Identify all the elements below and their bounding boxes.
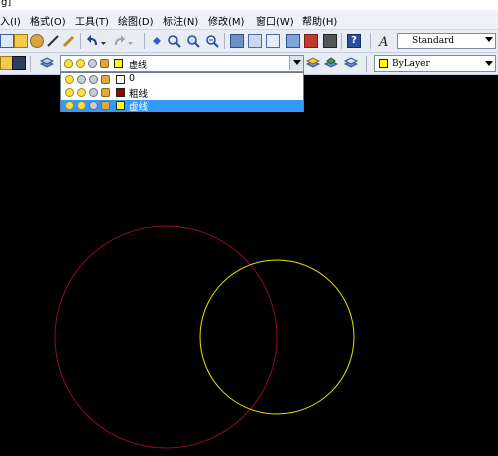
open-icon[interactable] [14, 34, 28, 48]
save-icon[interactable] [30, 34, 44, 48]
menu-dimension[interactable]: 标注(N) [163, 13, 198, 28]
toolbar-separator [80, 33, 81, 49]
layer-item-2[interactable]: 虚线 [61, 100, 303, 113]
chevron-down-icon[interactable] [101, 38, 106, 45]
sun-icon[interactable] [77, 101, 86, 110]
tool-palettes-icon[interactable] [266, 34, 280, 48]
viewport-freeze-icon[interactable] [89, 88, 98, 97]
calculator-icon[interactable] [323, 34, 337, 48]
menu-modify[interactable]: 修改(M) [208, 13, 244, 28]
zoom-window-icon[interactable] [186, 34, 200, 48]
menu-help[interactable]: 帮助(H) [302, 13, 337, 28]
toolbar-separator [144, 33, 145, 49]
viewport-freeze-icon[interactable] [89, 101, 98, 110]
toolbar-separator [224, 33, 225, 49]
text-style-icon[interactable]: A [378, 34, 392, 50]
sun-icon[interactable] [77, 88, 86, 97]
menu-window[interactable]: 窗口(W) [256, 13, 294, 28]
brush-icon[interactable] [62, 34, 76, 48]
layer-item-label: 粗线 [129, 89, 149, 100]
zoom-realtime-icon[interactable] [167, 34, 181, 48]
viewport-freeze-icon[interactable] [89, 75, 98, 84]
color-combo-value: ByLayer [392, 59, 430, 69]
lightbulb-icon [64, 59, 73, 68]
color-swatch [379, 59, 388, 68]
chevron-down-icon [293, 60, 301, 65]
pen-icon[interactable] [46, 34, 60, 48]
lightbulb-icon[interactable] [65, 101, 74, 110]
toolbar-separator [370, 33, 371, 49]
layer-stack-icon[interactable] [39, 56, 55, 70]
svg-text:A: A [378, 35, 388, 48]
layer-dropdown-list: 0 粗线 虚线 [60, 72, 304, 113]
layer-color-swatch [114, 59, 123, 68]
freeze-icon[interactable] [77, 75, 86, 84]
title-bar: g] [0, 0, 498, 10]
viewport-freeze-icon [88, 59, 97, 68]
zoom-previous-icon[interactable] [205, 34, 219, 48]
layer-combo[interactable]: 虚线 [60, 55, 304, 72]
lock-icon[interactable] [101, 101, 110, 110]
chevron-down-icon [485, 61, 493, 66]
text-style-value: Standard [412, 36, 455, 46]
toolbar-separator [366, 56, 367, 72]
layer-combo-dropdown-button[interactable] [289, 56, 303, 70]
layer-previous-icon[interactable] [323, 56, 339, 70]
layer-item-1[interactable]: 粗线 [61, 87, 303, 100]
menu-bar: 入(I) 格式(O) 工具(T) 绘图(D) 标注(N) 修改(M) 窗口(W)… [0, 10, 498, 30]
lightbulb-icon[interactable] [65, 88, 74, 97]
menu-tools[interactable]: 工具(T) [75, 13, 109, 28]
window-title: g] [1, 0, 12, 8]
layer-combo-value: 虚线 [129, 61, 148, 71]
markup-icon[interactable] [304, 34, 318, 48]
undo-icon[interactable] [86, 34, 100, 48]
help-icon[interactable]: ? [347, 34, 361, 48]
chevron-down-icon [485, 37, 493, 42]
lock-icon[interactable] [101, 75, 110, 84]
sun-icon [76, 59, 85, 68]
layer-item-label: 0 [129, 73, 136, 84]
menu-format[interactable]: 格式(O) [30, 13, 66, 28]
lightbulb-icon[interactable] [65, 75, 74, 84]
layer-item-label: 虚线 [129, 102, 149, 113]
layer-color-swatch[interactable] [116, 88, 125, 97]
drawing-area[interactable] [0, 75, 498, 456]
menu-draw[interactable]: 绘图(D) [118, 13, 154, 28]
standard-toolbar: ? A Standard [0, 30, 498, 53]
new-icon[interactable] [0, 34, 14, 48]
layer-color-swatch[interactable] [116, 101, 125, 110]
lock-icon [100, 59, 109, 68]
design-center-icon[interactable] [248, 34, 262, 48]
lock-icon[interactable] [101, 88, 110, 97]
redo-icon[interactable] [112, 34, 126, 48]
layer-color-swatch[interactable] [116, 75, 125, 84]
make-current-layer-icon[interactable] [305, 56, 321, 70]
text-style-combo[interactable]: Standard [397, 33, 496, 49]
chevron-down-icon[interactable] [128, 38, 133, 45]
layer-manager-icon[interactable] [12, 56, 26, 70]
properties-icon[interactable] [230, 34, 244, 48]
layer-item-0[interactable]: 0 [61, 73, 303, 86]
pan-icon[interactable] [150, 34, 164, 48]
menu-insert[interactable]: 入(I) [0, 13, 21, 28]
sheet-set-icon[interactable] [286, 34, 300, 48]
toolbar-separator [30, 56, 31, 72]
toolbar-separator [341, 33, 342, 49]
color-combo[interactable]: ByLayer [374, 55, 496, 72]
layer-isolate-icon[interactable] [343, 56, 359, 70]
